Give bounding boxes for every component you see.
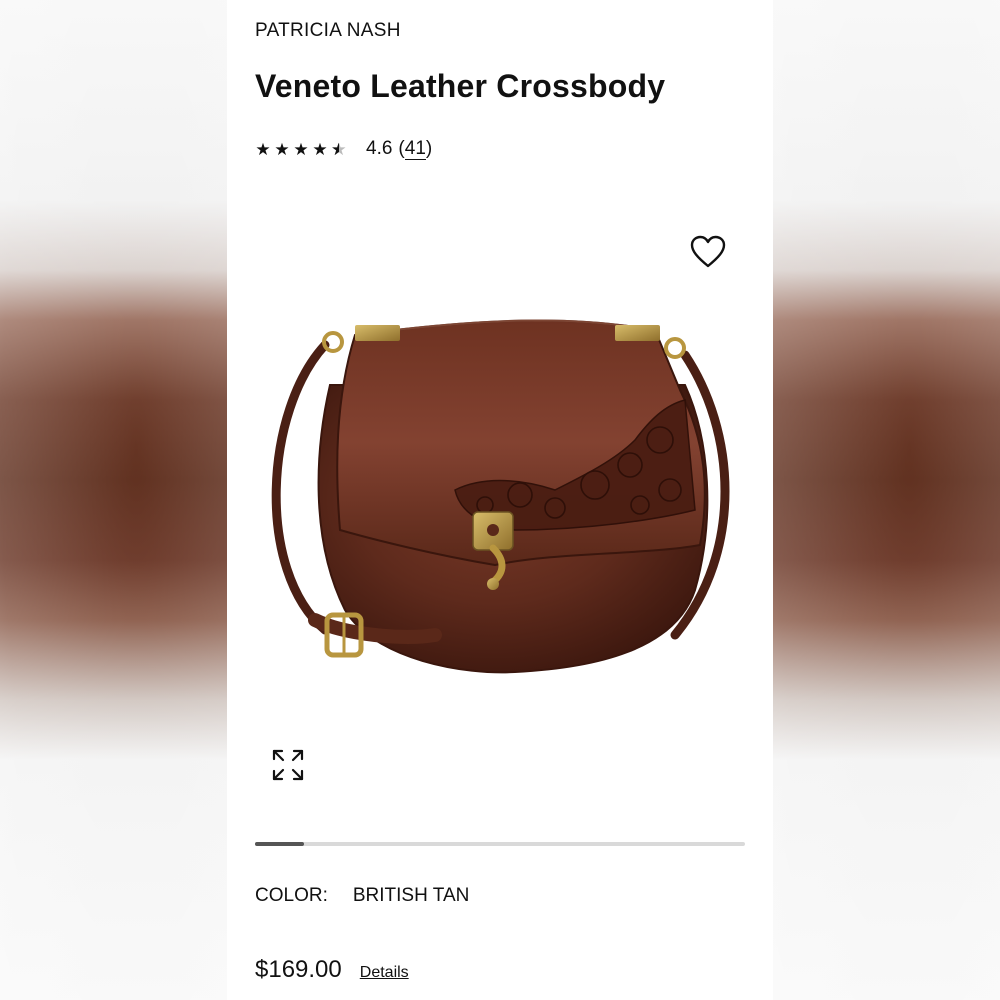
color-label: COLOR: xyxy=(255,885,328,906)
open-paren: ( xyxy=(398,138,405,159)
expand-arrows-icon[interactable] xyxy=(271,748,305,782)
color-value: BRITISH TAN xyxy=(352,885,470,906)
rating-summary[interactable]: ★ ★ ★ ★ ★ 4.6 (41) xyxy=(255,136,432,162)
review-count[interactable]: 41 xyxy=(404,138,426,160)
review-count-link[interactable]: (41) xyxy=(398,138,432,160)
star-icon: ★ xyxy=(312,139,328,159)
star-half-icon: ★ xyxy=(331,141,347,158)
product-image-crossbody-bag[interactable] xyxy=(255,290,745,710)
heart-outline-icon[interactable] xyxy=(689,234,727,270)
star-icon: ★ xyxy=(293,139,309,159)
screenshot-stage: PATRICIA NASH Veneto Leather Crossbody ★… xyxy=(0,0,1000,1000)
star-icon: ★ xyxy=(274,139,290,159)
color-selection: COLOR: BRITISH TAN xyxy=(255,885,469,907)
product-price: $169.00 xyxy=(255,956,342,983)
rating-stars: ★ ★ ★ ★ ★ xyxy=(255,141,347,158)
gallery-progress-indicator xyxy=(255,842,304,846)
product-page: PATRICIA NASH Veneto Leather Crossbody ★… xyxy=(227,0,773,1000)
close-paren: ) xyxy=(425,138,433,159)
star-icon: ★ xyxy=(255,139,271,159)
price-row: $169.00 Details xyxy=(255,956,409,984)
brand-name[interactable]: PATRICIA NASH xyxy=(255,20,401,42)
gallery-progress-track xyxy=(255,842,745,846)
product-title: Veneto Leather Crossbody xyxy=(255,68,666,104)
price-details-link[interactable]: Details xyxy=(360,964,409,982)
rating-value: 4.6 xyxy=(366,138,393,159)
blurred-backdrop-left xyxy=(0,0,227,1000)
blurred-backdrop-right xyxy=(773,0,1000,1000)
